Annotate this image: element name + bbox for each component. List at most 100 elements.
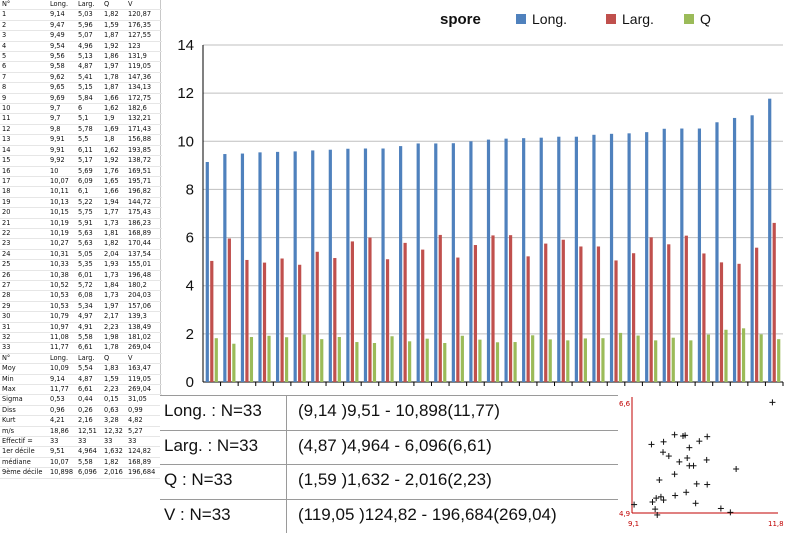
bar-larg <box>737 263 741 382</box>
stats-header-row: N° Long. Larg. Q V <box>0 353 162 365</box>
table-cell: 147,36 <box>126 72 162 84</box>
table-cell: 180,2 <box>126 280 162 292</box>
table-row: 14 9,91 6,11 1,62 193,85 <box>0 145 162 157</box>
scatter-point-plus <box>656 477 663 483</box>
stats-row: Diss 0,96 0,26 0,63 0,99 <box>0 405 162 417</box>
table-cell: 1,92 <box>102 41 126 53</box>
table-cell: 1,84 <box>102 280 126 292</box>
bar-long <box>522 138 526 382</box>
table-cell: 14 <box>0 145 48 157</box>
chart-title: spore <box>440 11 481 28</box>
table-cell: 20 <box>0 207 48 219</box>
table-cell: 2,016 <box>102 467 126 479</box>
stats-row: Sigma 0,53 0,44 0,15 31,05 <box>0 394 162 406</box>
table-cell: 30 <box>0 311 48 323</box>
table-cell: 17 <box>0 176 48 188</box>
table-cell: 1,82 <box>102 238 126 250</box>
bar-long <box>662 128 666 382</box>
table-cell: 32 <box>0 332 48 344</box>
table-cell: 12,51 <box>76 426 102 438</box>
scatter-point-plus <box>671 471 678 478</box>
bar-q <box>636 335 640 382</box>
table-cell: 186,23 <box>126 218 162 229</box>
table-cell: 5,27 <box>126 426 162 438</box>
table-row: 28 10,53 6,08 1,73 204,03 <box>0 290 162 302</box>
table-cell: 18,86 <box>48 426 76 438</box>
stats-row: Max 11,77 6,61 2,23 269,04 <box>0 384 162 396</box>
bar-long <box>768 98 772 383</box>
bar-long <box>275 151 280 382</box>
table-cell: 9,91 <box>48 134 76 146</box>
table-cell: 1,59 <box>102 20 126 32</box>
table-row: 19 10,13 5,22 1,94 144,72 <box>0 197 162 209</box>
table-cell: 10,15 <box>48 207 76 219</box>
bar-long <box>557 136 561 382</box>
bar-q <box>337 336 341 382</box>
table-row: 11 9,7 5,1 1,9 132,21 <box>0 113 162 125</box>
scatter-point-plus <box>684 455 691 461</box>
table-cell: 10,79 <box>48 311 76 323</box>
table-cell: 6,096 <box>76 467 102 479</box>
table-cell: 0,63 <box>102 405 126 417</box>
bar-q <box>425 338 429 382</box>
table-cell: 5,91 <box>76 218 102 229</box>
y-tick-label: 4 <box>186 278 194 295</box>
scatter-point-plus <box>696 438 703 445</box>
table-cell: 134,13 <box>126 82 162 94</box>
summary-value: (1,59 )1,632 - 2,016(2,23) <box>298 470 492 489</box>
table-row: 2 9,47 5,96 1,59 176,35 <box>0 20 162 32</box>
table-cell: 4,21 <box>48 415 76 427</box>
table-cell: 33 <box>102 436 126 448</box>
scatter-x-max-label: 11,8 <box>768 520 784 528</box>
table-cell: 9,14 <box>48 374 76 386</box>
bar-q <box>777 339 781 382</box>
summary-label: Long. : N=33 <box>164 401 262 420</box>
table-cell: 10 <box>48 166 76 177</box>
table-cell: Larg. <box>76 0 102 11</box>
table-row: 9 9,69 5,84 1,66 172,75 <box>0 93 162 105</box>
table-cell: 9,7 <box>48 103 76 115</box>
bar-long <box>328 149 332 382</box>
bar-q <box>724 329 728 382</box>
summary-panel: Long. : N=33 (9,14 )9,51 - 10,898(11,77) L… <box>160 395 618 533</box>
bar-long <box>627 133 631 382</box>
scatter-y-max-label: 6,6 <box>619 400 631 408</box>
table-cell: 1,632 <box>102 446 126 458</box>
table-row: 32 11,08 5,58 1,98 181,02 <box>0 332 162 344</box>
table-cell: 26 <box>0 270 48 281</box>
table-cell: 1,69 <box>102 124 126 136</box>
bar-larg <box>772 222 776 382</box>
table-cell: 4,87 <box>76 61 102 73</box>
bar-long <box>223 154 227 382</box>
scatter-point-plus <box>648 441 655 448</box>
table-cell: 5,78 <box>76 124 102 136</box>
summary-row: Long. : N=33 (9,14 )9,51 - 10,898(11,77) <box>160 395 618 429</box>
table-cell: 12 <box>0 124 48 136</box>
bar-q <box>618 332 623 382</box>
bar-larg <box>438 234 442 382</box>
table-cell: 10,52 <box>48 280 76 292</box>
scatter-point-plus <box>671 431 678 438</box>
table-cell: 16 <box>0 166 48 177</box>
bar-long <box>434 143 438 382</box>
bar-q <box>513 342 517 382</box>
table-cell: 1,86 <box>102 51 126 63</box>
table-cell: 10,31 <box>48 249 76 261</box>
bar-larg <box>456 257 460 382</box>
table-cell: 15 <box>0 155 48 167</box>
table-cell: 28 <box>0 290 48 302</box>
table-cell: 33 <box>0 342 48 354</box>
table-cell: 9,65 <box>48 82 76 94</box>
table-cell: 9,49 <box>48 30 76 42</box>
table-cell: 10,19 <box>48 218 76 229</box>
bar-q <box>302 334 306 382</box>
table-cell: 5,75 <box>76 207 102 219</box>
table-cell: 9,51 <box>48 446 76 458</box>
legend-label: Long. <box>532 11 567 27</box>
table-cell: 4,82 <box>126 415 162 427</box>
table-cell: 5,17 <box>76 155 102 167</box>
bar-q <box>284 337 289 382</box>
table-cell: 1,59 <box>102 374 126 386</box>
table-cell: 5,69 <box>76 166 102 177</box>
table-row: 23 10,27 5,63 1,82 170,44 <box>0 238 162 250</box>
